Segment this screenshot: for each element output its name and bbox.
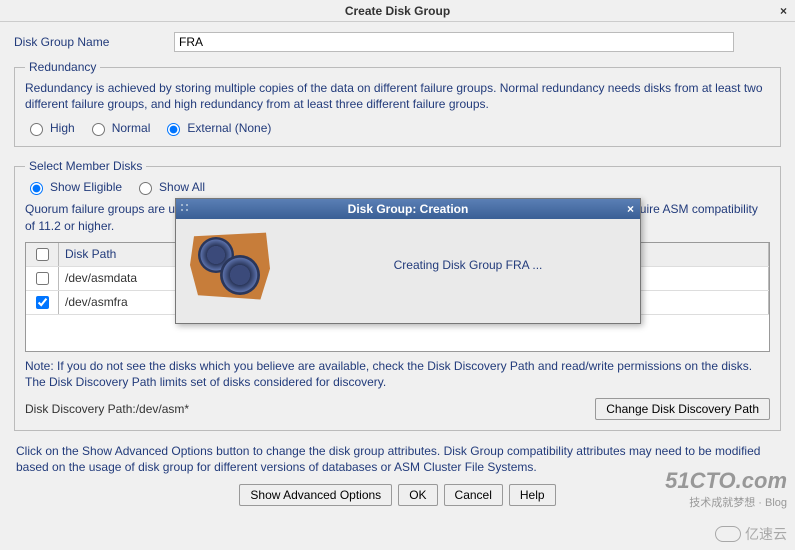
dialog-button-row: Show Advanced Options OK Cancel Help bbox=[14, 484, 781, 506]
redundancy-legend: Redundancy bbox=[25, 60, 100, 74]
redundancy-normal-label: Normal bbox=[112, 121, 151, 135]
redundancy-description: Redundancy is achieved by storing multip… bbox=[25, 80, 770, 112]
redundancy-fieldset: Redundancy Redundancy is achieved by sto… bbox=[14, 60, 781, 147]
advanced-description: Click on the Show Advanced Options butto… bbox=[16, 443, 779, 475]
redundancy-external-option[interactable]: External (None) bbox=[162, 120, 271, 136]
watermark-yisu: 亿速云 bbox=[715, 524, 787, 544]
show-all-radio[interactable] bbox=[139, 182, 152, 195]
row-checkbox[interactable] bbox=[36, 296, 49, 309]
disk-group-name-label: Disk Group Name bbox=[14, 35, 174, 49]
member-disks-legend: Select Member Disks bbox=[25, 159, 146, 173]
redundancy-external-radio[interactable] bbox=[167, 123, 180, 136]
show-all-option[interactable]: Show All bbox=[134, 179, 205, 195]
redundancy-external-label: External (None) bbox=[187, 121, 271, 135]
disk-group-name-input[interactable] bbox=[174, 32, 734, 52]
redundancy-normal-radio[interactable] bbox=[92, 123, 105, 136]
close-icon[interactable]: × bbox=[627, 202, 634, 216]
progress-dialog: Disk Group: Creation × Creating Disk Gro… bbox=[175, 198, 641, 324]
row-checkbox[interactable] bbox=[36, 272, 49, 285]
cancel-button[interactable]: Cancel bbox=[444, 484, 503, 506]
show-advanced-button[interactable]: Show Advanced Options bbox=[239, 484, 392, 506]
show-eligible-radio[interactable] bbox=[30, 182, 43, 195]
progress-message: Creating Disk Group FRA ... bbox=[310, 258, 626, 272]
progress-dialog-titlebar[interactable]: Disk Group: Creation × bbox=[176, 199, 640, 219]
change-discovery-path-button[interactable]: Change Disk Discovery Path bbox=[595, 398, 770, 420]
window-titlebar: Create Disk Group × bbox=[0, 0, 795, 22]
ok-button[interactable]: OK bbox=[398, 484, 437, 506]
redundancy-high-radio[interactable] bbox=[30, 123, 43, 136]
header-checkbox-cell bbox=[26, 243, 59, 267]
progress-icon bbox=[190, 229, 270, 301]
redundancy-normal-option[interactable]: Normal bbox=[87, 120, 151, 136]
cloud-icon bbox=[715, 526, 741, 542]
show-all-label: Show All bbox=[159, 180, 205, 194]
show-eligible-label: Show Eligible bbox=[50, 180, 122, 194]
close-icon[interactable]: × bbox=[780, 4, 787, 18]
progress-dialog-title: Disk Group: Creation bbox=[348, 202, 469, 216]
discovery-path-label: Disk Discovery Path: bbox=[25, 402, 136, 416]
grip-icon bbox=[180, 203, 190, 213]
help-button[interactable]: Help bbox=[509, 484, 556, 506]
window-title: Create Disk Group bbox=[345, 4, 450, 18]
discovery-path-value: /dev/asm* bbox=[136, 402, 189, 416]
select-all-checkbox[interactable] bbox=[36, 248, 49, 261]
discovery-path: Disk Discovery Path:/dev/asm* bbox=[25, 402, 189, 416]
redundancy-high-option[interactable]: High bbox=[25, 120, 75, 136]
show-eligible-option[interactable]: Show Eligible bbox=[25, 179, 122, 195]
discovery-note: Note: If you do not see the disks which … bbox=[25, 358, 770, 390]
redundancy-high-label: High bbox=[50, 121, 75, 135]
